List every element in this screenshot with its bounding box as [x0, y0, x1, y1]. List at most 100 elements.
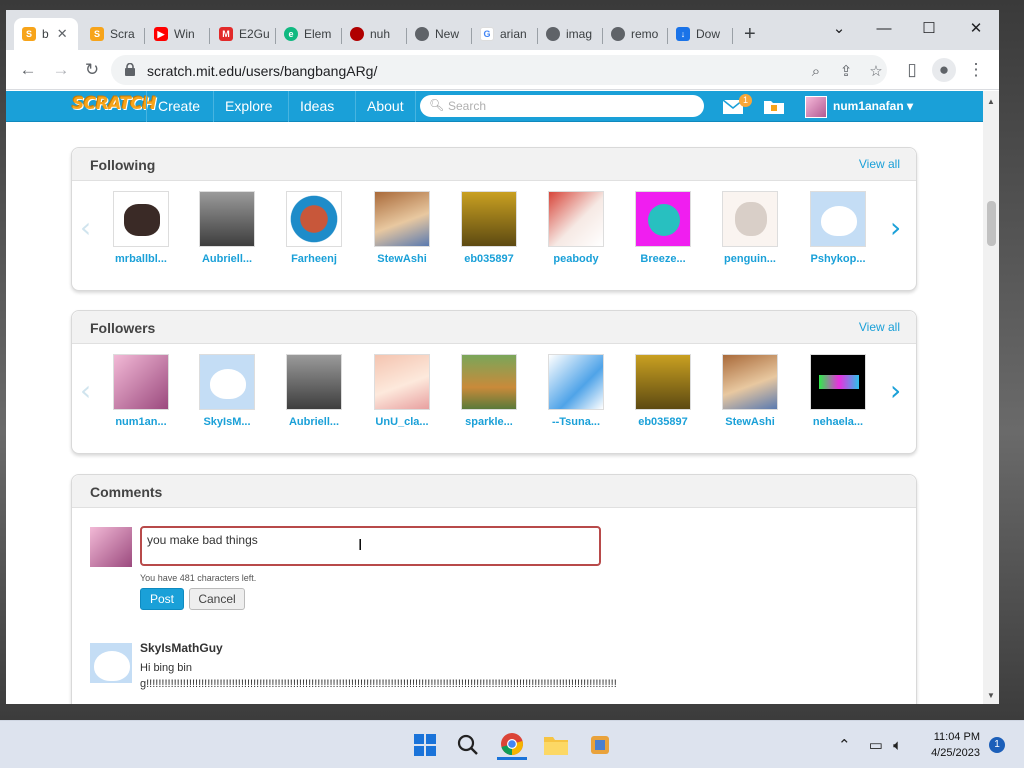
lock-icon[interactable] — [125, 63, 135, 76]
scratch-logo[interactable]: SCRATCH — [72, 94, 157, 114]
app-taskbar-button[interactable] — [585, 730, 615, 760]
follower-user[interactable]: num1an... — [101, 354, 181, 428]
following-user[interactable]: peabody — [536, 191, 616, 265]
carousel-prev-arrow[interactable]: ‹ — [80, 211, 91, 244]
reload-button[interactable]: ↻ — [80, 58, 104, 82]
following-user[interactable]: Farheenj — [274, 191, 354, 265]
nav-ideas[interactable]: Ideas — [288, 91, 345, 122]
user-name-link[interactable]: num1an... — [101, 416, 181, 428]
tab[interactable]: New — [407, 22, 469, 46]
user-name-link[interactable]: Aubriell... — [187, 253, 267, 265]
maximize-button[interactable]: ☐ — [914, 16, 944, 40]
tab[interactable]: nuh — [342, 22, 404, 46]
side-panel-icon[interactable]: ▯ — [900, 58, 924, 82]
nav-explore[interactable]: Explore — [213, 91, 283, 122]
following-user[interactable]: eb035897 — [449, 191, 529, 265]
user-name-link[interactable]: eb035897 — [623, 416, 703, 428]
user-thumbnail[interactable] — [722, 354, 778, 410]
user-name-link[interactable]: Pshykop... — [798, 253, 878, 265]
clock[interactable]: 11:04 PM 4/25/2023 — [918, 729, 980, 761]
follower-user[interactable]: --Tsuna... — [536, 354, 616, 428]
scroll-down-arrow[interactable]: ▼ — [987, 691, 995, 700]
file-explorer-button[interactable] — [541, 730, 571, 760]
user-name-link[interactable]: sparkle... — [449, 416, 529, 428]
user-thumbnail[interactable] — [548, 354, 604, 410]
post-button[interactable]: Post — [140, 588, 184, 610]
tab[interactable]: ▶ Win — [146, 22, 206, 46]
carousel-next-arrow[interactable]: › — [890, 374, 901, 407]
share-icon[interactable]: ⇪ — [835, 60, 857, 82]
user-thumbnail[interactable] — [199, 191, 255, 247]
follower-user[interactable]: SkyIsM... — [187, 354, 267, 428]
tab[interactable]: S Scra — [82, 22, 142, 46]
bookmark-star-icon[interactable]: ☆ — [865, 60, 887, 82]
user-thumbnail[interactable] — [810, 191, 866, 247]
following-user[interactable]: mrballbl... — [101, 191, 181, 265]
user-thumbnail[interactable] — [810, 354, 866, 410]
zoom-icon[interactable]: ⌕ — [805, 60, 827, 82]
scrollbar-thumb[interactable] — [987, 201, 996, 246]
nav-create[interactable]: Create — [146, 91, 211, 122]
following-user[interactable]: StewAshi — [362, 191, 442, 265]
user-thumbnail[interactable] — [374, 191, 430, 247]
tab[interactable]: ↓ Dow — [668, 22, 730, 46]
user-name-link[interactable]: eb035897 — [449, 253, 529, 265]
profile-icon[interactable]: ● — [932, 58, 956, 82]
carousel-next-arrow[interactable]: › — [890, 211, 901, 244]
follower-user[interactable]: StewAshi — [710, 354, 790, 428]
close-window-button[interactable]: ✕ — [961, 16, 991, 40]
user-name-link[interactable]: mrballbl... — [101, 253, 181, 265]
user-name-link[interactable]: StewAshi — [362, 253, 442, 265]
following-view-all-link[interactable]: View all — [859, 157, 900, 171]
cancel-button[interactable]: Cancel — [189, 588, 245, 610]
following-user[interactable]: Aubriell... — [187, 191, 267, 265]
user-name-link[interactable]: SkyIsM... — [187, 416, 267, 428]
tab[interactable]: M E2Gu — [211, 22, 273, 46]
my-stuff-folder-icon[interactable] — [763, 98, 785, 115]
user-name-link[interactable]: Aubriell... — [274, 416, 354, 428]
user-thumbnail[interactable] — [635, 191, 691, 247]
scroll-up-arrow[interactable]: ▲ — [987, 97, 995, 106]
following-user[interactable]: Pshykop... — [798, 191, 878, 265]
comment-author[interactable]: SkyIsMathGuy — [140, 641, 223, 655]
my-avatar[interactable] — [90, 527, 132, 567]
address-bar[interactable]: scratch.mit.edu/users/bangbangARg/ ⌕ ⇪ ☆ — [111, 55, 887, 85]
volume-icon[interactable]: 🔈︎ — [893, 737, 902, 754]
follower-user[interactable]: nehaela... — [798, 354, 878, 428]
url-text[interactable]: scratch.mit.edu/users/bangbangARg/ — [147, 63, 377, 79]
user-name-link[interactable]: penguin... — [710, 253, 790, 265]
user-name-link[interactable]: nehaela... — [798, 416, 878, 428]
followers-view-all-link[interactable]: View all — [859, 320, 900, 334]
follower-user[interactable]: UnU_cla... — [362, 354, 442, 428]
user-thumbnail[interactable] — [722, 191, 778, 247]
back-button[interactable]: ← — [16, 58, 40, 82]
user-thumbnail[interactable] — [113, 354, 169, 410]
tab[interactable]: G arian — [472, 22, 534, 46]
user-thumbnail[interactable] — [113, 191, 169, 247]
user-thumbnail[interactable] — [286, 354, 342, 410]
search-taskbar-button[interactable] — [453, 730, 483, 760]
user-name-link[interactable]: UnU_cla... — [362, 416, 442, 428]
user-name-link[interactable]: peabody — [536, 253, 616, 265]
following-user[interactable]: Breeze... — [623, 191, 703, 265]
chevron-up-icon[interactable]: ⌃ — [838, 737, 851, 754]
following-user[interactable]: penguin... — [710, 191, 790, 265]
user-avatar[interactable] — [805, 96, 827, 118]
follower-user[interactable]: sparkle... — [449, 354, 529, 428]
user-thumbnail[interactable] — [461, 354, 517, 410]
follower-user[interactable]: eb035897 — [623, 354, 703, 428]
nav-about[interactable]: About — [355, 91, 416, 122]
user-thumbnail[interactable] — [199, 354, 255, 410]
minimize-button[interactable]: — — [869, 16, 899, 40]
start-button[interactable] — [410, 730, 440, 760]
comment-input[interactable] — [140, 526, 601, 566]
close-tab-icon[interactable]: ✕ — [57, 26, 68, 42]
tab[interactable]: imag — [538, 22, 600, 46]
user-thumbnail[interactable] — [635, 354, 691, 410]
user-name-link[interactable]: Breeze... — [623, 253, 703, 265]
scrollbar[interactable]: ▲ ▼ — [983, 91, 999, 704]
follower-user[interactable]: Aubriell... — [274, 354, 354, 428]
forward-button[interactable]: → — [49, 58, 73, 82]
user-thumbnail[interactable] — [548, 191, 604, 247]
comment-author-avatar[interactable] — [90, 643, 132, 683]
